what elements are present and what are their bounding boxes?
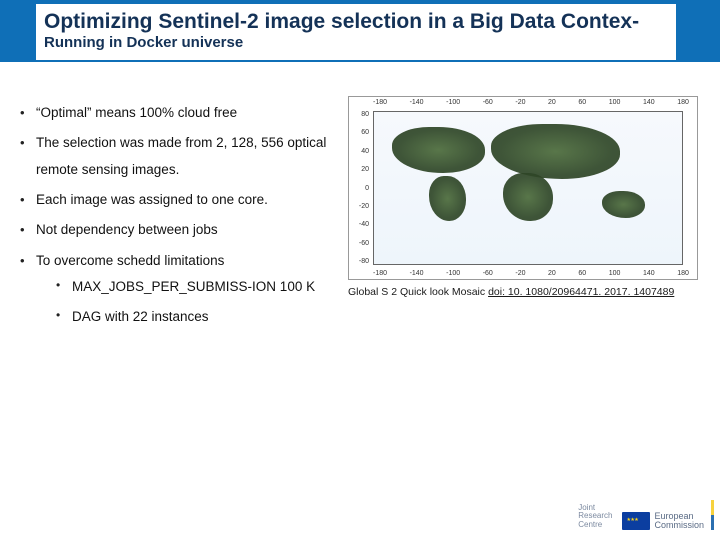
tick: -80 [359,258,369,265]
tick: -100 [446,270,460,277]
tick: -180 [373,99,387,106]
tick: 60 [361,129,369,136]
figure-wrap: -180 -140 -100 -60 -20 20 60 100 140 180… [348,96,698,298]
bullet-item: The selection was made from 2, 128, 556 … [20,130,330,183]
tick: -20 [359,203,369,210]
tick: 20 [548,99,556,106]
tick: 100 [609,270,621,277]
accent-bar-icon [711,500,714,530]
bullet-list: “Optimal” means 100% cloud free The sele… [20,100,330,331]
ec-line: Commission [654,521,704,530]
ec-logo: European Commission [622,512,704,530]
tick: -20 [515,99,525,106]
tick: -140 [410,99,424,106]
bullet-text: To overcome schedd limitations [36,253,224,268]
tick: 40 [361,148,369,155]
tick: 180 [677,270,689,277]
sub-bullet-list: MAX_JOBS_PER_SUBMISS-ION 100 K DAG with … [56,274,330,331]
slide-subtitle: Running in Docker universe [44,34,243,51]
tick: 0 [365,185,369,192]
landmass [429,176,466,222]
body-content: “Optimal” means 100% cloud free The sele… [20,100,330,335]
lon-ticks-bottom: -180 -140 -100 -60 -20 20 60 100 140 180 [373,270,689,277]
tick: -60 [359,240,369,247]
slide-title: Optimizing Sentinel-2 image selection in… [44,10,639,33]
world-map-figure: -180 -140 -100 -60 -20 20 60 100 140 180… [348,96,698,280]
jrc-label: Joint Research Centre [578,504,612,530]
landmass [503,173,552,222]
sub-bullet-item: MAX_JOBS_PER_SUBMISS-ION 100 K [56,274,330,300]
map-plot-area [373,111,683,265]
tick: 60 [578,99,586,106]
bullet-item: To overcome schedd limitations MAX_JOBS_… [20,248,330,331]
tick: 20 [361,166,369,173]
tick: -20 [515,270,525,277]
landmass [491,124,620,179]
tick: 140 [643,99,655,106]
caption-text: Global S 2 Quick look Mosaic [348,286,488,298]
bullet-item: Each image was assigned to one core. [20,187,330,213]
ec-text: European Commission [654,512,704,530]
landmass [602,191,645,218]
sub-bullet-item: DAG with 22 instances [56,304,330,330]
tick: 180 [677,99,689,106]
tick: -140 [410,270,424,277]
caption-doi: doi: 10. 1080/20964471. 2017. 1407489 [488,286,674,298]
tick: 20 [548,270,556,277]
eu-flag-icon [622,512,650,530]
title-box: Optimizing Sentinel-2 image selection in… [36,4,676,60]
lon-ticks-top: -180 -140 -100 -60 -20 20 60 100 140 180 [373,99,689,106]
tick: 80 [361,111,369,118]
tick: -180 [373,270,387,277]
figure-caption: Global S 2 Quick look Mosaic doi: 10. 10… [348,286,698,298]
tick: -100 [446,99,460,106]
tick: -60 [483,270,493,277]
footer: Joint Research Centre European Commissio… [578,504,704,530]
lat-ticks-left: 80 60 40 20 0 -20 -40 -60 -80 [353,111,369,265]
tick: -60 [483,99,493,106]
tick: 140 [643,270,655,277]
tick: -40 [359,221,369,228]
bullet-item: “Optimal” means 100% cloud free [20,100,330,126]
tick: 60 [578,270,586,277]
tick: 100 [609,99,621,106]
landmass [392,127,484,173]
bullet-item: Not dependency between jobs [20,217,330,243]
